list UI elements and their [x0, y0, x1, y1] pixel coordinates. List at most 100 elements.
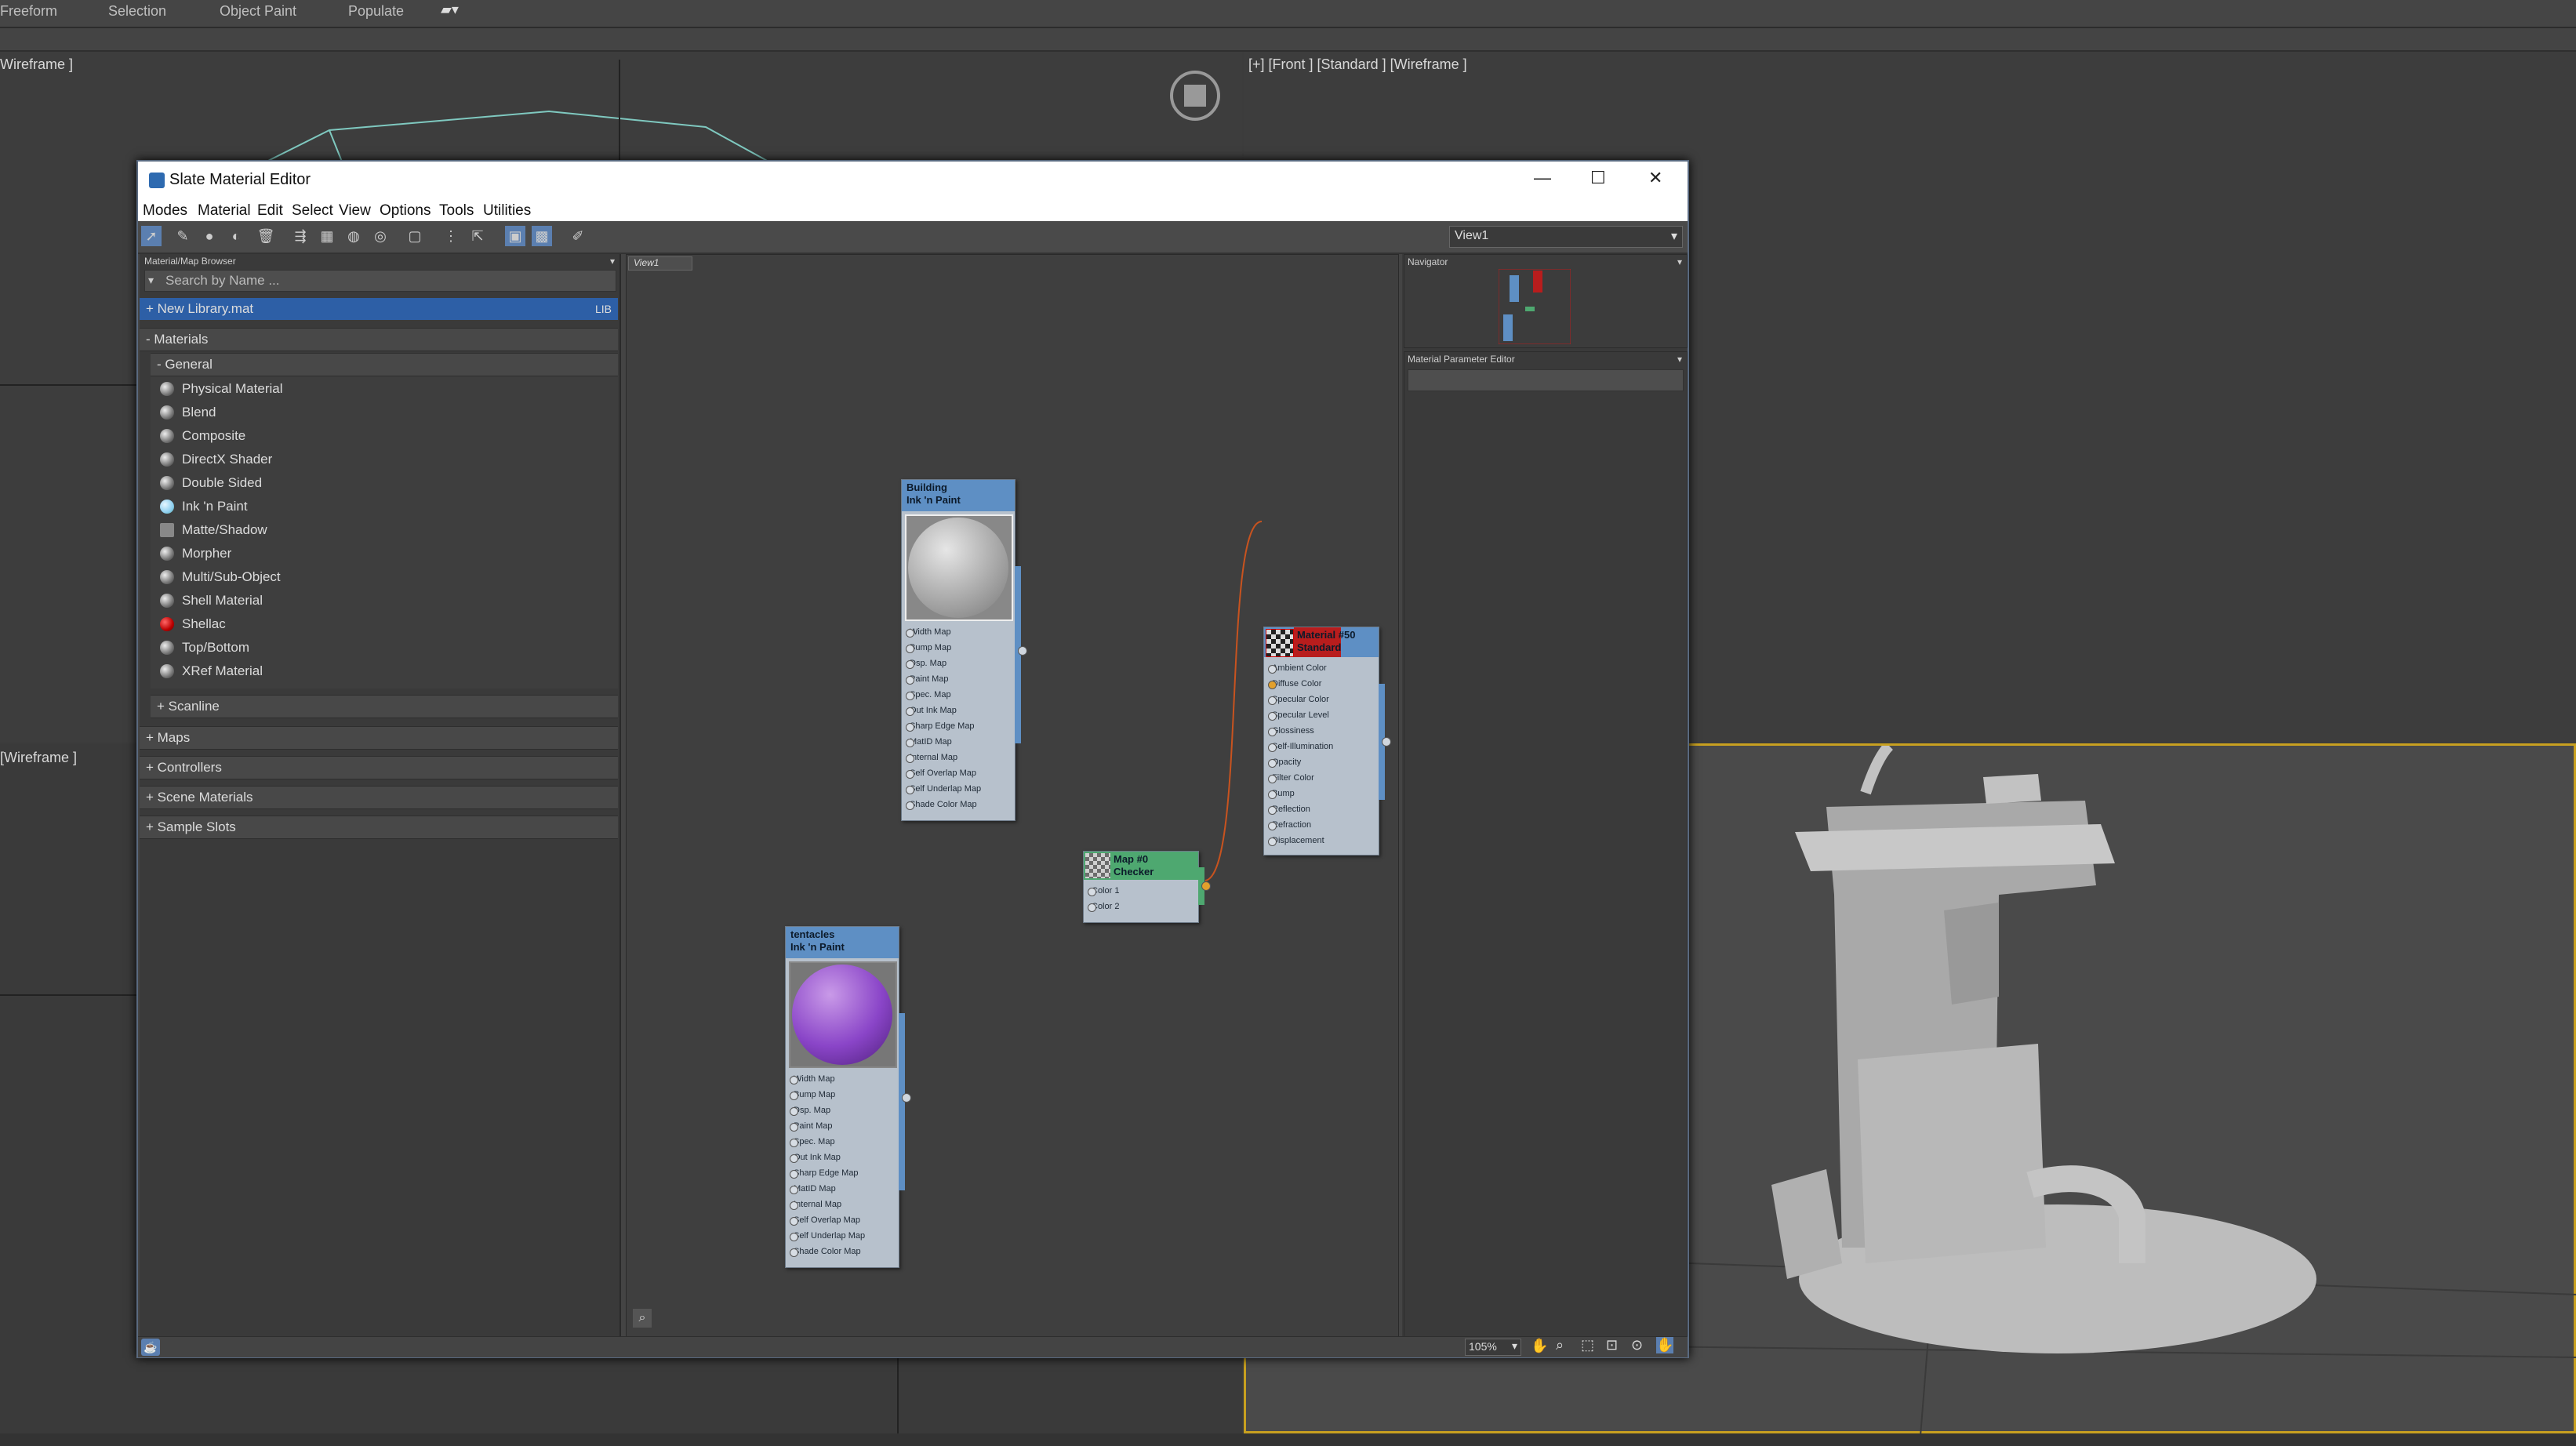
- slot[interactable]: Spec. Map: [906, 687, 951, 703]
- group-scene-materials[interactable]: + Scene Materials: [140, 786, 618, 809]
- socket-icon[interactable]: [790, 1233, 798, 1241]
- slot[interactable]: Diffuse Color: [1268, 676, 1321, 692]
- slot[interactable]: Paint Map: [790, 1118, 833, 1134]
- socket-icon[interactable]: [906, 786, 914, 794]
- slate-material-editor-window[interactable]: Slate Material Editor — ☐ ✕ Modes Materi…: [136, 160, 1689, 1358]
- socket-icon[interactable]: [790, 1248, 798, 1257]
- socket-icon[interactable]: [1088, 903, 1096, 912]
- socket-icon[interactable]: [906, 739, 914, 747]
- node-checker-map[interactable]: Map #0 Checker Color 1 Color 2: [1083, 851, 1211, 923]
- socket-icon[interactable]: [906, 676, 914, 685]
- connected-socket-icon[interactable]: [1268, 681, 1277, 689]
- node-header[interactable]: tentacles Ink 'n Paint: [786, 927, 899, 958]
- socket-icon[interactable]: [1268, 712, 1277, 721]
- socket-icon[interactable]: [906, 692, 914, 700]
- panel-menu-icon[interactable]: ▾: [1677, 354, 1682, 365]
- material-parameter-editor[interactable]: Material Parameter Editor ▾: [1404, 351, 1688, 1338]
- group-sample-slots[interactable]: + Sample Slots: [140, 816, 618, 839]
- pan-to-selected-icon[interactable]: ✋: [1656, 1337, 1674, 1353]
- slot[interactable]: Bump Map: [790, 1087, 835, 1103]
- menu-select[interactable]: Select: [292, 202, 333, 220]
- delete-icon[interactable]: 🗑: [256, 226, 276, 246]
- search-toggle-icon[interactable]: ▾: [148, 274, 154, 287]
- zoom-region-icon[interactable]: ⬚: [1581, 1337, 1594, 1353]
- sample-slot-icon[interactable]: ▢: [405, 226, 425, 246]
- viewport-label[interactable]: [+] [Front ] [Standard ] [Wireframe ]: [1248, 56, 1467, 73]
- node-tentacles[interactable]: tentacles Ink 'n Paint Width Map Bump Ma…: [785, 926, 911, 1268]
- zoom-icon[interactable]: ⌕: [1556, 1337, 1564, 1353]
- socket-icon[interactable]: [1268, 696, 1277, 705]
- node-building[interactable]: Building Ink 'n Paint Width Map Bump Map…: [901, 479, 1027, 821]
- teapot-icon[interactable]: ☕: [141, 1339, 160, 1356]
- show-map-icon[interactable]: ▦: [317, 226, 337, 246]
- slot[interactable]: Refraction: [1268, 817, 1311, 833]
- menu-utilities[interactable]: Utilities: [483, 202, 531, 220]
- zoom-selected-icon[interactable]: ⊙: [1631, 1337, 1643, 1353]
- socket-icon[interactable]: [790, 1217, 798, 1226]
- view-selector-dropdown[interactable]: View1 ▾: [1449, 226, 1683, 248]
- socket-icon[interactable]: [790, 1154, 798, 1163]
- socket-icon[interactable]: [1268, 759, 1277, 768]
- socket-icon[interactable]: [790, 1186, 798, 1194]
- socket-icon[interactable]: [790, 1107, 798, 1116]
- menu-material[interactable]: Material: [198, 202, 251, 220]
- socket-icon[interactable]: [790, 1139, 798, 1147]
- pan-hand-icon[interactable]: ✋: [1531, 1338, 1548, 1354]
- group-materials[interactable]: - Materials: [140, 328, 618, 351]
- socket-icon[interactable]: [1268, 790, 1277, 799]
- maximize-button[interactable]: ☐: [1590, 168, 1606, 188]
- slot[interactable]: Dsp. Map: [906, 656, 946, 671]
- camera-dropdown-icon[interactable]: ▰▾: [441, 2, 459, 18]
- socket-icon[interactable]: [790, 1201, 798, 1210]
- output-socket-icon[interactable]: [902, 1093, 911, 1103]
- node-header[interactable]: Material #50 Standard: [1264, 627, 1379, 657]
- group-maps[interactable]: + Maps: [140, 726, 618, 750]
- show-background-icon[interactable]: ◍: [343, 226, 364, 246]
- background-icon[interactable]: ◎: [370, 226, 391, 246]
- socket-icon[interactable]: [906, 629, 914, 638]
- slot[interactable]: Sharp Edge Map: [906, 718, 975, 734]
- close-button[interactable]: ✕: [1648, 168, 1662, 188]
- tab-selection[interactable]: Selection: [108, 3, 166, 20]
- socket-icon[interactable]: [906, 660, 914, 669]
- slot[interactable]: Reflection: [1268, 801, 1310, 817]
- slot[interactable]: Spec. Map: [790, 1134, 835, 1150]
- slot[interactable]: Specular Level: [1268, 707, 1329, 723]
- slot[interactable]: Ambient Color: [1268, 660, 1327, 676]
- menu-edit[interactable]: Edit: [257, 202, 283, 220]
- socket-icon[interactable]: [1268, 775, 1277, 783]
- socket-icon[interactable]: [906, 723, 914, 732]
- group-scanline[interactable]: + Scanline: [151, 695, 618, 718]
- slot[interactable]: Self Overlap Map: [790, 1212, 860, 1228]
- slot[interactable]: Dsp. Map: [790, 1103, 830, 1118]
- socket-icon[interactable]: [1268, 743, 1277, 752]
- slot[interactable]: Specular Color: [1268, 692, 1329, 707]
- navigator-panel[interactable]: Navigator ▾: [1404, 254, 1688, 348]
- slot[interactable]: Shade Color Map: [906, 797, 977, 812]
- slot[interactable]: MatID Map: [906, 734, 952, 750]
- slot[interactable]: Filter Color: [1268, 770, 1314, 786]
- socket-icon[interactable]: [906, 754, 914, 763]
- slot[interactable]: Width Map: [790, 1071, 835, 1087]
- socket-icon[interactable]: [790, 1170, 798, 1179]
- slot[interactable]: Out Ink Map: [790, 1150, 841, 1165]
- slot[interactable]: Bump Map: [906, 640, 951, 656]
- socket-icon[interactable]: [906, 707, 914, 716]
- parameter-editor-toggle-icon[interactable]: ▩: [532, 226, 552, 246]
- slot[interactable]: Paint Map: [906, 671, 949, 687]
- slot[interactable]: Internal Map: [790, 1197, 841, 1212]
- socket-icon[interactable]: [1268, 665, 1277, 674]
- socket-icon[interactable]: [906, 645, 914, 653]
- menu-view[interactable]: View: [339, 202, 371, 220]
- socket-icon[interactable]: [906, 801, 914, 810]
- node-standard-material[interactable]: Material #50 Standard Ambient Color Diff…: [1263, 627, 1391, 856]
- zoom-extents-icon[interactable]: ⊡: [1606, 1337, 1618, 1353]
- output-socket-icon[interactable]: [1201, 881, 1211, 891]
- output-socket-icon[interactable]: [1018, 646, 1027, 656]
- layout-children-icon[interactable]: ⇱: [467, 226, 488, 246]
- slot[interactable]: Color 1: [1088, 883, 1119, 899]
- binoculars-icon[interactable]: ⌕: [633, 1309, 652, 1328]
- layout-all-icon[interactable]: ⋮: [441, 226, 461, 246]
- search-input[interactable]: ▾ Search by Name ...: [144, 270, 616, 292]
- socket-icon[interactable]: [790, 1092, 798, 1100]
